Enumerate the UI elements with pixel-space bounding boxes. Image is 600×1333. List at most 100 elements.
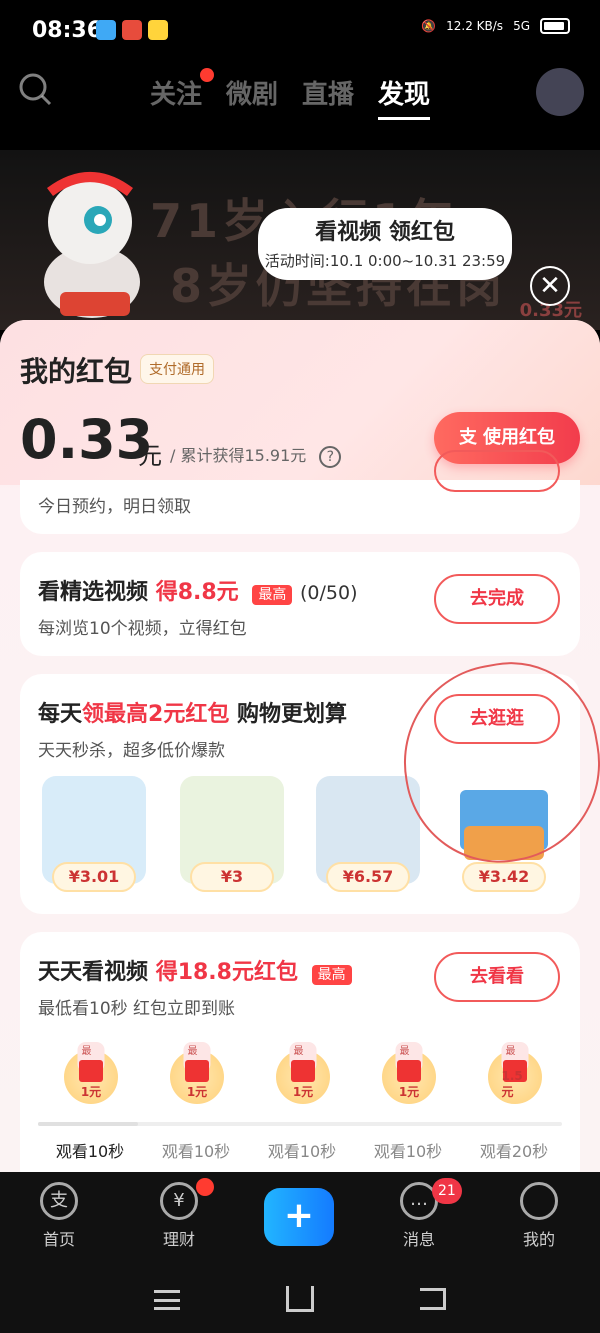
card-title-reward: 得8.8元 <box>155 580 239 605</box>
coin-amount: 1元 <box>292 1085 314 1099</box>
bubble-time: 活动时间:10.1 0:00~10.31 23:59 <box>264 252 506 270</box>
red-envelope-icon <box>291 1060 315 1082</box>
net-speed: 12.2 KB/s <box>446 19 504 33</box>
tab-live[interactable]: 直播 <box>302 74 354 120</box>
back-icon[interactable] <box>420 1288 446 1310</box>
nav-messages-label: 消息 <box>402 1230 435 1249</box>
card-title: 每天领最高2元红包 购物更划算 <box>38 696 347 728</box>
card-desc: 今日预约，明日领取 <box>38 497 191 517</box>
product-card[interactable]: ¥3.01 <box>42 776 146 892</box>
watch-duration: 观看10秒 <box>373 1142 443 1161</box>
card-title-prefix: 每天 <box>38 702 83 727</box>
nav-finance-label: 理财 <box>162 1230 195 1249</box>
message-badge: 21 <box>432 1178 462 1204</box>
reward-coin: 最高 1元 <box>64 1042 118 1104</box>
watch-duration: 观看10秒 <box>55 1142 125 1161</box>
product-price: ¥3 <box>190 862 274 892</box>
total-earned: / 累计获得15.91元 ? <box>170 442 342 468</box>
finance-notification-dot <box>196 1178 214 1196</box>
reward-coin: 最高 1元 <box>276 1042 330 1104</box>
task-card-featured-video: 看精选视频 得8.8元 最高 (0/50) 每浏览10个视频，立得红包 去完成 <box>20 552 580 656</box>
card-title-reward: 得18.8元红包 <box>155 960 298 985</box>
nav-profile[interactable]: 我的 <box>494 1182 584 1250</box>
max-tag: 最高 <box>252 585 293 605</box>
card-title-reward: 领最高2元红包 <box>82 702 230 727</box>
bubble-title: 看视频 领红包 <box>315 220 455 245</box>
nav-home[interactable]: 支 首页 <box>14 1182 104 1250</box>
home-key-icon[interactable] <box>286 1286 314 1312</box>
card-title: 看精选视频 得8.8元 最高 (0/50) <box>38 574 358 606</box>
menu-icon[interactable] <box>154 1290 180 1310</box>
card-title-suffix: 购物更划算 <box>237 702 348 727</box>
sheet-title: 我的红包 <box>20 355 133 388</box>
product-price: ¥3.01 <box>52 862 136 892</box>
tab-follow[interactable]: 关注 <box>150 74 202 120</box>
tab-bar: 关注 微剧 直播 发现 <box>150 74 431 120</box>
balance-unit: 元 <box>138 442 162 470</box>
watch-duration: 观看10秒 <box>161 1142 231 1161</box>
status-bar: 08:36 🔕 12.2 KB/s 5G <box>0 0 600 64</box>
card-desc: 天天秒杀，超多低价爆款 <box>38 741 225 761</box>
weibo-icon <box>122 20 142 40</box>
battery-icon <box>540 18 570 34</box>
red-envelope-icon <box>185 1060 209 1082</box>
coin-amount: 1元 <box>398 1085 420 1099</box>
tab-mini-drama[interactable]: 微剧 <box>226 74 278 120</box>
bottom-navigation: 支 首页 ¥ 理财 + … 消息 21 我的 <box>0 1172 600 1272</box>
status-indicators: 🔕 12.2 KB/s 5G <box>421 18 570 34</box>
watch-button[interactable]: 去看看 <box>434 952 560 1002</box>
promo-bubble: 看视频 领红包 活动时间:10.1 0:00~10.31 23:59 <box>258 208 512 280</box>
coin-amount: 1.5元 <box>501 1069 523 1099</box>
meituan-icon <box>148 20 168 40</box>
tab-discover[interactable]: 发现 <box>378 74 431 120</box>
add-button[interactable]: + <box>264 1188 334 1246</box>
reserve-button[interactable] <box>434 450 560 492</box>
watch-progress-track <box>38 1122 562 1126</box>
coin-amount: 1元 <box>186 1085 208 1099</box>
reward-coin: 最高 1元 <box>170 1042 224 1104</box>
network-label: 5G <box>513 19 530 33</box>
close-button[interactable]: ✕ <box>530 266 570 306</box>
product-card[interactable]: ¥6.57 <box>316 776 420 892</box>
card-title-main: 看精选视频 <box>38 580 149 605</box>
total-earned-text: / 累计获得15.91元 <box>170 446 307 465</box>
video-banner: 71岁入行1年 8岁仍坚持在岗 看视频 领红包 活动时间:10.1 0:00~1… <box>0 150 600 330</box>
card-title-main: 天天看视频 <box>38 960 149 985</box>
use-button-label: 使用红包 <box>483 427 555 448</box>
complete-button[interactable]: 去完成 <box>434 574 560 624</box>
notification-dot <box>200 68 214 82</box>
mute-icon: 🔕 <box>421 19 437 33</box>
status-time: 08:36 <box>32 18 103 43</box>
card-title: 天天看视频 得18.8元红包 最高 <box>38 954 352 986</box>
product-card[interactable]: ¥3 <box>180 776 284 892</box>
watch-progress-fill <box>38 1122 138 1126</box>
help-icon[interactable]: ? <box>319 445 342 468</box>
red-envelope-icon <box>397 1060 421 1082</box>
watch-duration: 观看10秒 <box>267 1142 337 1161</box>
card-progress: (0/50) <box>300 582 358 604</box>
product-price: ¥6.57 <box>326 862 410 892</box>
max-tag: 最高 <box>311 965 352 985</box>
mascot-icon <box>44 172 140 318</box>
profile-icon <box>520 1182 558 1220</box>
search-icon[interactable] <box>18 72 52 106</box>
pay-badge: 支付通用 <box>140 354 214 384</box>
status-app-icons <box>96 20 168 40</box>
watch-duration: 观看20秒 <box>479 1142 549 1161</box>
card-desc: 最低看10秒 红包立即到账 <box>38 999 236 1019</box>
avatar[interactable] <box>536 68 584 116</box>
red-envelope-icon <box>79 1060 103 1082</box>
coin-amount: 1元 <box>80 1085 102 1099</box>
card-desc: 每浏览10个视频，立得红包 <box>38 619 247 639</box>
home-icon: 支 <box>40 1182 78 1220</box>
alipay-icon: 支 <box>459 427 477 448</box>
system-navigation <box>0 1272 600 1333</box>
task-card-reserve: 今日预约，明日领取 <box>20 450 580 534</box>
finance-icon: ¥ <box>160 1182 198 1220</box>
balance-amount: 0.33 <box>20 408 154 471</box>
product-price: ¥3.42 <box>462 862 546 892</box>
top-navigation: 关注 微剧 直播 发现 <box>0 62 600 124</box>
nav-home-label: 首页 <box>42 1230 75 1249</box>
nav-profile-label: 我的 <box>522 1230 555 1249</box>
reward-coin: 最高 1.5元 <box>488 1042 542 1104</box>
